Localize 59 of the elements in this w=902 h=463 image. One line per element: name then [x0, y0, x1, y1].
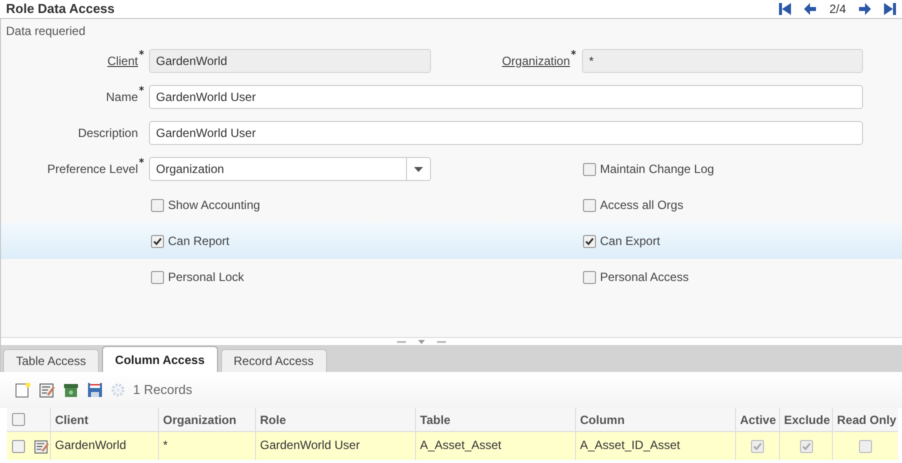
- tab[interactable]: Record Access: [220, 349, 327, 372]
- new-record-icon[interactable]: [15, 382, 31, 398]
- tab[interactable]: Table Access: [3, 349, 100, 372]
- input-field: *: [582, 49, 863, 73]
- archive-icon[interactable]: [63, 382, 79, 398]
- last-record-icon[interactable]: [884, 3, 896, 15]
- field-label: Name: [106, 89, 138, 106]
- column-header[interactable]: Organization: [158, 408, 255, 431]
- input-field: GardenWorld: [149, 49, 431, 73]
- column-header[interactable]: Column: [575, 408, 735, 431]
- checkbox-label: Personal Lock: [168, 269, 244, 286]
- record-count: 1 Records: [133, 381, 192, 400]
- column-header[interactable]: Table: [415, 408, 575, 431]
- table-cell: A_Asset_Asset: [415, 432, 575, 460]
- checkbox-label: Can Report: [168, 233, 230, 250]
- checkbox[interactable]: [583, 162, 596, 176]
- record-position: 2/4: [829, 1, 846, 18]
- checkbox[interactable]: [583, 270, 596, 284]
- table-cell: GardenWorld User: [255, 432, 415, 460]
- save-icon[interactable]: [87, 382, 103, 398]
- column-header[interactable]: Role: [255, 408, 415, 431]
- table-cell: A_Asset_ID_Asset: [575, 432, 735, 460]
- checkbox-label: Can Export: [600, 233, 660, 250]
- column-header[interactable]: Client: [50, 408, 158, 431]
- status-message: Data requeried: [6, 24, 86, 38]
- dropdown-field[interactable]: Organization: [149, 157, 431, 181]
- table-cell: *: [158, 432, 255, 460]
- table-cell: GardenWorld: [50, 432, 158, 460]
- first-record-icon[interactable]: [779, 3, 792, 15]
- edit-icon[interactable]: [39, 382, 55, 398]
- input-field[interactable]: GardenWorld User: [149, 85, 863, 109]
- table-row[interactable]: GardenWorld * GardenWorld User A_Asset_Asset A_Asset_ID_Asset: [7, 432, 898, 460]
- checkbox[interactable]: [151, 270, 164, 284]
- checkbox[interactable]: [12, 413, 25, 426]
- input-field[interactable]: GardenWorld User: [149, 121, 863, 145]
- field-label-link[interactable]: Organization: [502, 52, 570, 70]
- checkbox[interactable]: [583, 198, 596, 212]
- checkbox-label: Access all Orgs: [600, 197, 684, 214]
- column-header[interactable]: Read Only: [832, 408, 898, 431]
- next-record-icon[interactable]: [859, 3, 871, 15]
- tab[interactable]: Column Access: [102, 346, 218, 372]
- field-label-link[interactable]: Client: [107, 52, 138, 70]
- checkbox[interactable]: [583, 234, 596, 248]
- field-label: Preference Level: [47, 161, 138, 178]
- previous-record-icon[interactable]: [804, 3, 816, 15]
- checkbox-label: Personal Access: [600, 269, 689, 286]
- checkbox[interactable]: [151, 198, 164, 212]
- window-title: Role Data Access: [6, 0, 115, 18]
- checkbox-label: Maintain Change Log: [600, 161, 714, 178]
- caret-icon: [414, 166, 423, 172]
- checkbox[interactable]: [12, 440, 25, 452]
- splitter-handle[interactable]: [397, 340, 406, 342]
- checkbox[interactable]: [151, 234, 164, 248]
- column-header[interactable]: Exclude: [779, 408, 832, 431]
- splitter-handle[interactable]: [437, 340, 446, 342]
- edit-icon[interactable]: [34, 438, 49, 454]
- field-label: Description: [78, 125, 138, 142]
- column-header[interactable]: Active: [735, 408, 779, 431]
- checkbox-label: Show Accounting: [168, 197, 260, 214]
